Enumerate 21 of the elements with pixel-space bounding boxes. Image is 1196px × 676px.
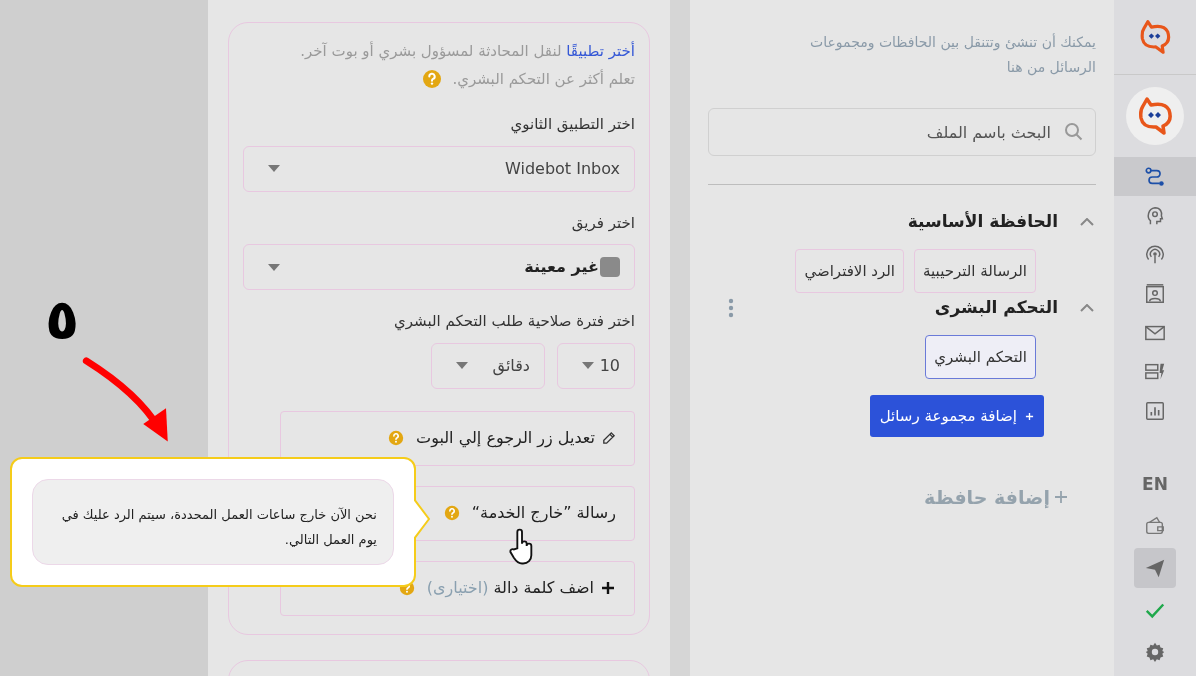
language-toggle[interactable]: EN (1142, 472, 1168, 498)
message-group-chip[interactable]: التحكم البشري (925, 335, 1036, 379)
folder-title[interactable]: التحكم البشرى (934, 295, 1058, 321)
learn-more-text: تعلم أكثر عن التحكم البشري. (452, 68, 635, 91)
message-group-chip[interactable]: الرسالة الترحيبية (914, 249, 1036, 293)
team-label: اختر فريق (570, 212, 635, 234)
folder-title[interactable]: الحافظة الأساسية (907, 209, 1058, 235)
team-select[interactable]: غير معينة (243, 244, 635, 290)
number-select[interactable]: 10 (557, 342, 635, 389)
app-label: اختر التطبيق الثانوي (509, 114, 635, 136)
step-number: ٥ (45, 292, 80, 348)
add-group-button[interactable]: إضافة مجموعة رسائل (869, 395, 1044, 437)
validity-label: اختر فترة صلاحية طلب التحكم البشري (393, 311, 635, 333)
app-select[interactable]: Widebot Inbox (243, 145, 635, 192)
tooltip-message: نحن الآن خارج ساعات العمل المحددة، سيتم الرد عليك في يوم العمل التالي. (32, 479, 394, 565)
choose-app-link[interactable]: أختر تطبيقًا (566, 42, 635, 60)
description-text: يمكنك أن تنشئ وتتنقل بين الحافظات ومجموعات الرسائل من هنا (809, 32, 1096, 78)
unit-select[interactable]: دقائق (431, 342, 545, 389)
search-field[interactable]: البحث باسم الملف (708, 108, 1096, 156)
intro-text: أختر تطبيقًا لنقل المحادثة لمسؤول بشري أو بوت آخر. (299, 40, 635, 63)
message-group-chip[interactable]: الرد الافتراضي (795, 249, 905, 293)
